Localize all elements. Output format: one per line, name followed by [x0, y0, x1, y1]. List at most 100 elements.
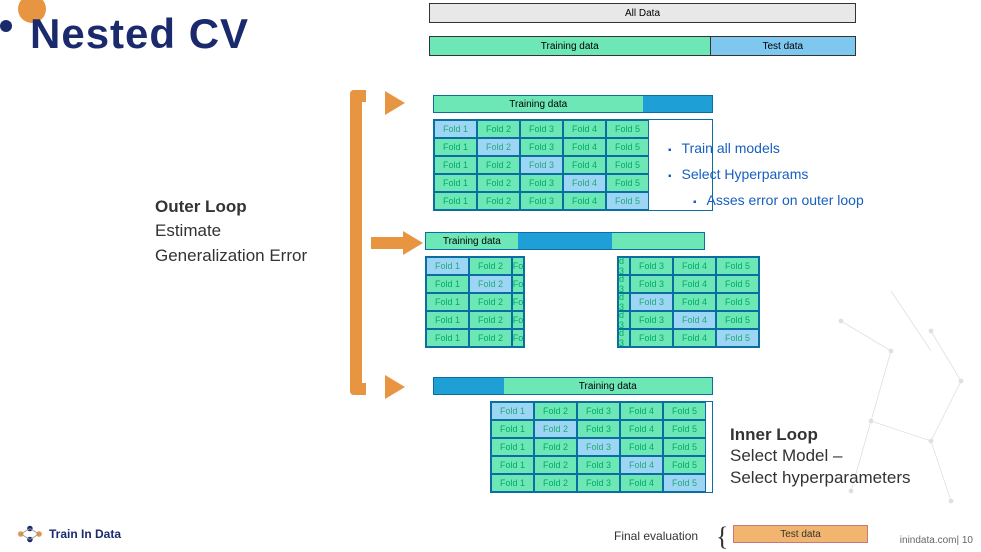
fold-cell: Fold 5 — [716, 329, 759, 347]
fold-cell: Fold 5 — [716, 275, 759, 293]
fold-cell: Fold 2 — [469, 293, 512, 311]
arrow-icon — [403, 231, 423, 255]
fold-cell: Fold 5 — [606, 138, 649, 156]
fold-cell: Fold 1 — [491, 420, 534, 438]
cv-block-2: Training data Fold 1Fold 2FoFold 1Fold 2… — [425, 232, 760, 348]
decoration-circle-blue — [0, 20, 12, 32]
fold-cell: Fold 2 — [477, 156, 520, 174]
arrow-icon — [385, 91, 405, 115]
training-data-label: Training data — [541, 41, 599, 52]
fold-cell: Fold 4 — [673, 275, 716, 293]
bullet-select: Select Hyperparams — [668, 166, 864, 182]
fold-cell: Fold 1 — [426, 257, 469, 275]
bullet-asses: Asses error on outer loop — [693, 192, 864, 208]
fold-cell: Fold 3 — [520, 156, 563, 174]
fold-cell: Fold 5 — [716, 293, 759, 311]
outer-loop-heading: Outer Loop — [155, 197, 307, 217]
fold-cell-partial: Fo — [512, 311, 524, 329]
fold-cell: Fold 1 — [491, 402, 534, 420]
fold-cell: Fold 2 — [534, 402, 577, 420]
fold-cell: Fold 4 — [620, 420, 663, 438]
fold-cell: Fold 4 — [563, 138, 606, 156]
fold-cell: Fold 3 — [577, 402, 620, 420]
logo-icon — [15, 523, 43, 545]
footer-text: inindata.com| 10 — [900, 535, 973, 546]
fold-cell: Fold 2 — [477, 192, 520, 210]
bracket-left — [350, 90, 366, 395]
fold-cell: Fold 5 — [663, 456, 706, 474]
fold-cell: Fold 4 — [620, 438, 663, 456]
fold-cell: Fold 4 — [620, 456, 663, 474]
fold-cell: Fold 1 — [491, 438, 534, 456]
fold-cell: Fold 3 — [630, 311, 673, 329]
fold-cell: Fold 3 — [520, 120, 563, 138]
fold-cell: Fold 1 — [434, 156, 477, 174]
fold-cell: Fold 4 — [673, 329, 716, 347]
fold-cell: Fold 3 — [630, 257, 673, 275]
network-decoration — [821, 291, 981, 511]
bullet-list: Train all models Select Hyperparams Asse… — [668, 140, 864, 218]
fold-cell: Fold 3 — [577, 474, 620, 492]
fold-cell: Fold 3 — [520, 138, 563, 156]
train-test-bar: Training data Test data — [429, 36, 856, 56]
final-test-box: Test data — [733, 525, 868, 543]
fold-cell: Fold 1 — [491, 456, 534, 474]
logo: Train In Data — [15, 523, 121, 545]
fold-cell: Fold 2 — [534, 474, 577, 492]
cv-block-3: Training data Fold 1Fold 2Fold 3Fold 4Fo… — [490, 377, 713, 493]
fold-cell-partial: Fo — [512, 257, 524, 275]
fold-cell: Fold 1 — [434, 138, 477, 156]
fold-cell: Fold 5 — [716, 311, 759, 329]
fold-cell: Fold 2 — [469, 329, 512, 347]
fold-cell: Fold 4 — [563, 120, 606, 138]
inner-train-label: Training data — [579, 381, 637, 392]
fold-cell: Fold 3 — [630, 275, 673, 293]
fold-cell: Fold 2 — [477, 138, 520, 156]
fold-cell: Fold 1 — [426, 329, 469, 347]
fold-cell: Fold 1 — [434, 192, 477, 210]
brace-icon: { — [716, 522, 728, 552]
fold-cell: Fold 3 — [520, 192, 563, 210]
fold-cell-partial: d 3 — [618, 311, 630, 329]
outer-loop-sub1: Estimate — [155, 220, 307, 242]
fold-cell: Fold 1 — [434, 174, 477, 192]
fold-cell: Fold 5 — [663, 420, 706, 438]
fold-cell: Fold 1 — [426, 311, 469, 329]
outer-loop-sub2: Generalization Error — [155, 245, 307, 267]
inner-train-label: Training data — [443, 236, 501, 247]
fold-cell: Fold 4 — [563, 156, 606, 174]
fold-cell-partial: d 3 — [618, 329, 630, 347]
fold-cell: Fold 5 — [716, 257, 759, 275]
fold-cell: Fold 3 — [520, 174, 563, 192]
fold-cell-partial: Fo — [512, 293, 524, 311]
all-data-label: All Data — [625, 8, 660, 19]
fold-cell: Fold 2 — [477, 120, 520, 138]
all-data-bar: All Data — [429, 3, 856, 23]
fold-cell: Fold 5 — [663, 474, 706, 492]
fold-cell: Fold 4 — [563, 174, 606, 192]
fold-cell: Fold 4 — [673, 257, 716, 275]
fold-cell-partial: d 3 — [618, 257, 630, 275]
final-eval-label: Final evaluation — [614, 529, 698, 543]
fold-cell: Fold 2 — [469, 257, 512, 275]
fold-cell: Fold 5 — [606, 156, 649, 174]
fold-cell: Fold 5 — [606, 174, 649, 192]
fold-cell: Fold 4 — [563, 192, 606, 210]
test-data-label: Test data — [762, 41, 803, 52]
inner-train-label: Training data — [509, 99, 567, 110]
fold-cell: Fold 5 — [663, 402, 706, 420]
fold-cell-partial: d 3 — [618, 293, 630, 311]
fold-cell: Fold 2 — [534, 456, 577, 474]
fold-cell: Fold 5 — [663, 438, 706, 456]
bullet-train: Train all models — [668, 140, 864, 156]
fold-cell: Fold 5 — [606, 120, 649, 138]
fold-cell: Fold 4 — [620, 402, 663, 420]
fold-cell: Fold 3 — [577, 456, 620, 474]
fold-cell-partial: d 3 — [618, 275, 630, 293]
fold-cell: Fold 5 — [606, 192, 649, 210]
fold-cell: Fold 1 — [434, 120, 477, 138]
fold-cell: Fold 1 — [491, 474, 534, 492]
fold-cell: Fold 4 — [620, 474, 663, 492]
fold-cell: Fold 2 — [469, 311, 512, 329]
fold-cell: Fold 2 — [534, 438, 577, 456]
